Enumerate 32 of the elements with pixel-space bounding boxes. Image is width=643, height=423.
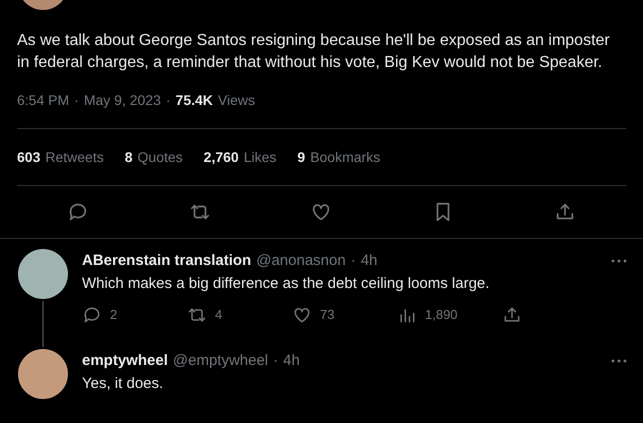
action-count: 2 <box>110 306 118 324</box>
like-icon[interactable] <box>292 305 312 325</box>
reply-icon[interactable] <box>66 201 89 223</box>
handle[interactable]: @emptywheel <box>172 352 268 370</box>
tweet-time: 6:54 PM <box>17 92 70 109</box>
display-name[interactable]: emptywheel <box>82 352 168 370</box>
more-icon[interactable] <box>611 259 627 263</box>
reply-icon[interactable] <box>82 305 102 325</box>
avatar[interactable] <box>18 349 68 399</box>
separator: · <box>273 352 278 370</box>
avatar[interactable] <box>18 249 68 299</box>
stat-link[interactable]: 8 Quotes <box>124 146 183 168</box>
separator: · <box>166 92 171 109</box>
reply-age: 4h <box>360 252 378 270</box>
action-count: 4 <box>215 306 222 324</box>
handle[interactable]: @anonasnon <box>256 252 346 270</box>
reply-text: Yes, it does. <box>82 375 164 393</box>
stat-link[interactable]: 2,760 Likes <box>204 146 276 168</box>
separator: · <box>74 92 79 109</box>
reply-age: 4h <box>283 352 300 370</box>
separator: · <box>350 252 356 270</box>
reply-text: Which makes a big difference as the debt ceiling looms large. <box>82 275 490 293</box>
tweet-text: As we talk about George Santos resigning because he'll be exposed as an imposter in federal charges, a reminder that without his vote, Big Kev would not be Speaker. <box>17 31 611 73</box>
display-name[interactable]: ABerenstain translation <box>82 252 252 270</box>
action-count: 73 <box>320 306 334 324</box>
views-label: Views <box>218 92 255 109</box>
tweet-date: May 9, 2023 <box>84 92 161 109</box>
more-icon[interactable] <box>611 359 627 363</box>
views-count: 75.4K <box>176 92 213 109</box>
action-count: 1,890 <box>425 306 458 324</box>
stat-link[interactable]: 603 Retweets <box>17 146 104 168</box>
stat-link[interactable]: 9 Bookmarks <box>297 146 380 168</box>
